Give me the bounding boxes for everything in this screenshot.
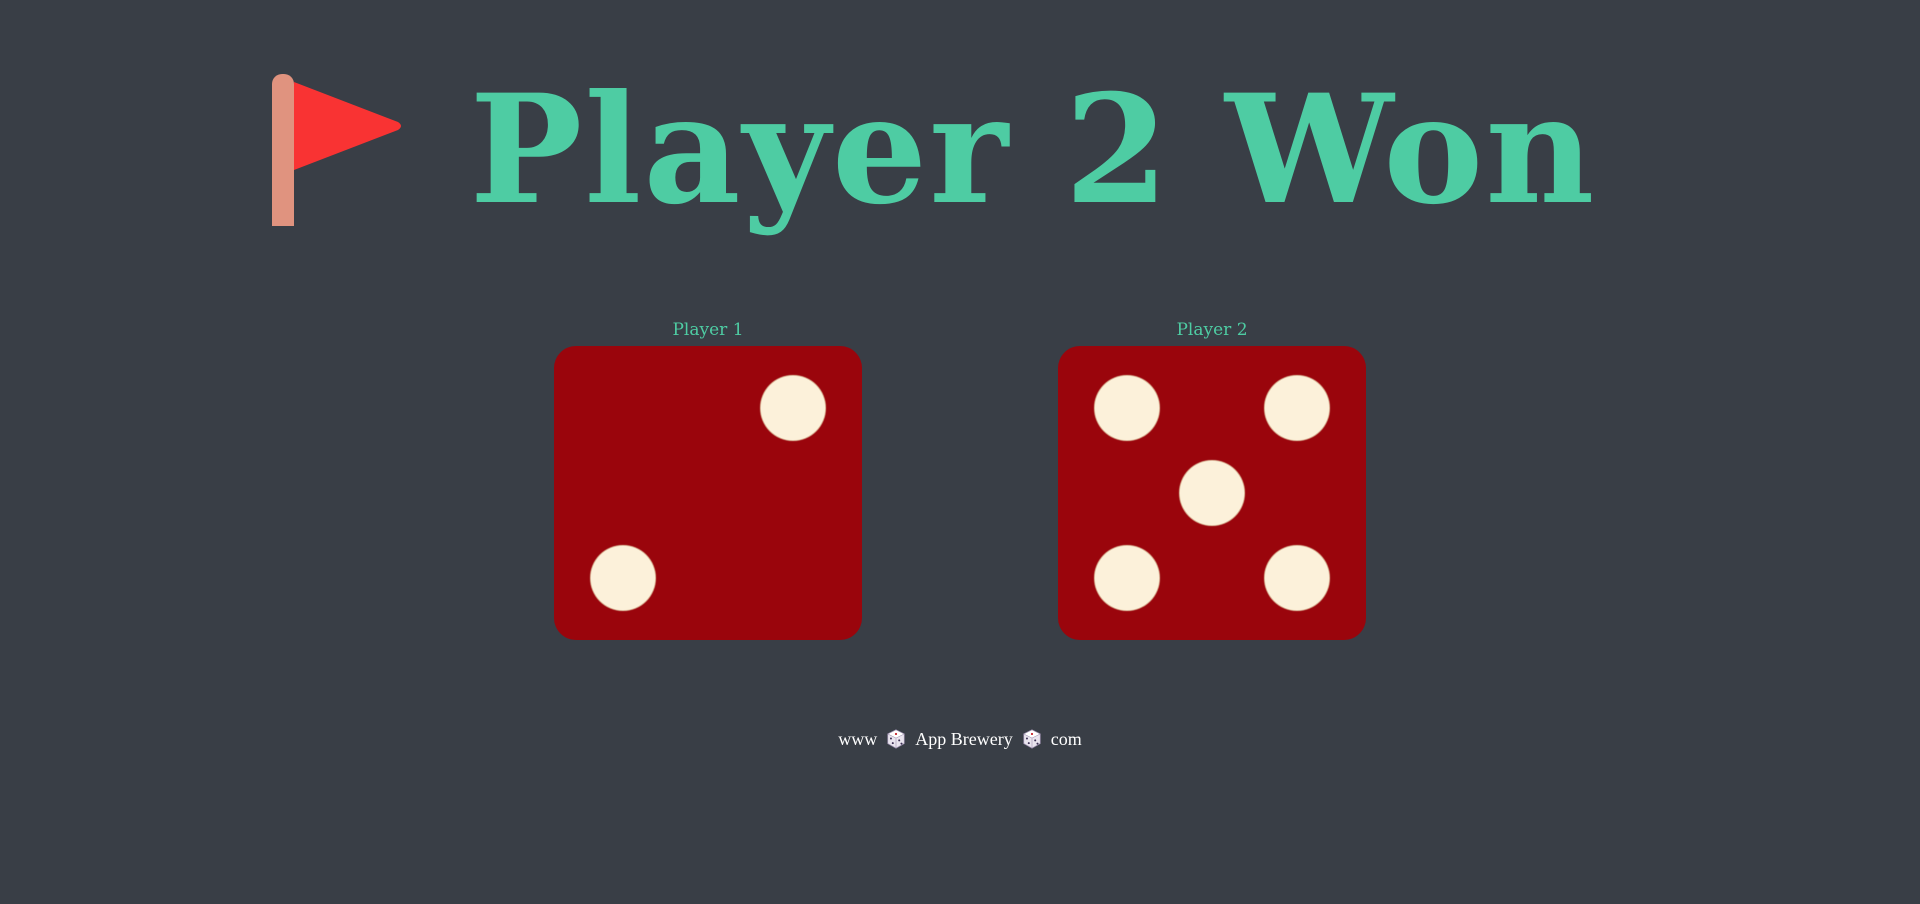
game-die-icon [887, 729, 906, 749]
game-stage: Player 2 Won Player 1 Player 2 www App B… [0, 0, 1920, 904]
die-pip [1095, 375, 1160, 440]
winner-title: Player 2 Won [469, 62, 1597, 238]
footer: www App Brewery com [0, 728, 1920, 750]
footer-brand: App Brewery [915, 728, 1013, 749]
die-pip [1095, 546, 1160, 611]
footer-prefix: www [838, 728, 878, 749]
player-1-label: Player 1 [672, 320, 744, 340]
triangular-flag-icon [271, 74, 401, 226]
player-2-label: Player 2 [1176, 320, 1248, 340]
game-die-icon [1022, 729, 1041, 749]
die-pip [760, 375, 825, 440]
player-2-panel: Player 2 [1057, 318, 1367, 640]
player-1-panel: Player 1 [553, 318, 863, 640]
headline: Player 2 Won [0, 60, 1920, 240]
footer-suffix: com [1050, 728, 1082, 749]
die-pip [1264, 546, 1329, 611]
die-pip [1264, 375, 1329, 440]
die-pip [1180, 461, 1244, 525]
player-2-die [1058, 346, 1366, 640]
die-pip [591, 546, 656, 611]
player-1-die [554, 346, 862, 640]
